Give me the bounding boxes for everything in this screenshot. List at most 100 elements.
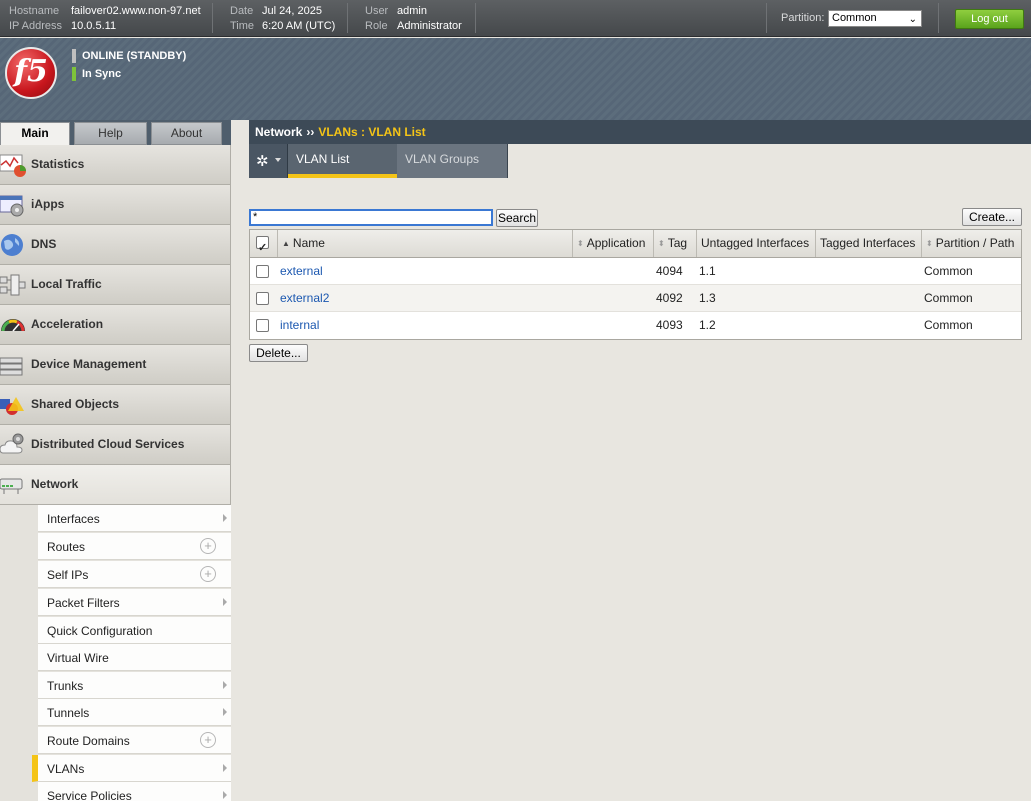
- sidebar-item-acceleration[interactable]: Acceleration: [0, 305, 231, 345]
- tag-cell: 4094: [656, 264, 683, 278]
- vlan-table: ▲Name ⬍Application ⬍Tag Untagged Interfa…: [249, 229, 1022, 340]
- sidebar-item-statistics[interactable]: Statistics: [0, 145, 231, 185]
- submenu-item-routes[interactable]: Routes +: [38, 533, 231, 560]
- user-label: User: [365, 5, 389, 17]
- add-icon[interactable]: +: [200, 566, 216, 582]
- chevron-right-icon: [223, 791, 227, 799]
- create-button[interactable]: Create...: [962, 208, 1022, 226]
- search-input[interactable]: *: [249, 209, 493, 226]
- column-header-partition-path[interactable]: ⬍ Partition / Path: [921, 230, 1021, 257]
- status-indicator: [72, 49, 76, 63]
- settings-menu[interactable]: ✲: [249, 144, 288, 178]
- divider: [347, 3, 348, 33]
- sidebar-item-label: Device Management: [31, 357, 147, 371]
- submenu-item-vlans[interactable]: VLANs: [32, 755, 231, 782]
- sidebar: Statistics iApps DNS Local Traffic Accel…: [0, 145, 231, 801]
- tab-main[interactable]: Main: [0, 122, 70, 145]
- submenu-item-tunnels[interactable]: Tunnels: [38, 699, 231, 726]
- sync-indicator: [72, 67, 76, 81]
- sidebar-item-device-management[interactable]: Device Management: [0, 345, 231, 385]
- divider: [212, 3, 213, 33]
- sort-icon: ⬍: [926, 239, 933, 248]
- row-checkbox[interactable]: [256, 319, 269, 332]
- sort-ascending-icon: ▲: [282, 239, 290, 248]
- add-icon[interactable]: +: [200, 732, 216, 748]
- submenu-item-packet-filters[interactable]: Packet Filters: [38, 589, 231, 616]
- submenu-item-route-domains[interactable]: Route Domains +: [38, 727, 231, 754]
- column-header-label: Partition / Path: [935, 236, 1015, 250]
- vlan-name-link[interactable]: external2: [280, 285, 329, 312]
- select-all-checkbox[interactable]: [256, 235, 269, 262]
- submenu-item-interfaces[interactable]: Interfaces: [38, 505, 231, 532]
- tab-help[interactable]: Help: [74, 122, 147, 145]
- breadcrumb-separator: ››: [306, 125, 315, 139]
- submenu-item-label: Routes: [47, 540, 86, 554]
- date-label: Date: [230, 5, 254, 17]
- ip-value: 10.0.5.11: [71, 20, 117, 32]
- chevron-down-icon: ⌄: [908, 14, 917, 25]
- divider: [938, 3, 939, 33]
- main-tabs: Main Help About: [0, 120, 231, 145]
- column-header-application[interactable]: ⬍ Application: [572, 230, 653, 257]
- sidebar-item-label: Distributed Cloud Services: [31, 437, 185, 451]
- column-header-name[interactable]: ▲ Name: [277, 230, 572, 257]
- sidebar-item-label: Shared Objects: [31, 397, 120, 411]
- search-button[interactable]: Search: [496, 209, 538, 227]
- submenu-item-virtual-wire[interactable]: Virtual Wire: [38, 644, 231, 671]
- tab-about[interactable]: About: [151, 122, 222, 145]
- header-banner: f5 ONLINE (STANDBY) In Sync: [0, 38, 1031, 120]
- dns-globe-icon: [1, 234, 23, 256]
- chevron-down-icon: [275, 158, 281, 162]
- column-header-tag[interactable]: ⬍ Tag: [653, 230, 696, 257]
- datetime-info: Date Jul 24, 2025 Time 6:20 AM (UTC): [230, 4, 335, 34]
- submenu-item-service-policies[interactable]: Service Policies: [38, 782, 231, 801]
- tab-vlan-list[interactable]: VLAN List: [288, 144, 397, 178]
- chevron-right-icon: [223, 708, 227, 716]
- partition-cell: Common: [924, 291, 973, 305]
- partition-select[interactable]: Common ⌄: [828, 10, 922, 27]
- column-header-label: Tagged Interfaces: [820, 236, 916, 250]
- role-label: Role: [365, 20, 388, 32]
- breadcrumb-section[interactable]: Network: [255, 125, 302, 139]
- sidebar-item-dns[interactable]: DNS: [0, 225, 231, 265]
- hostname-value: failover02.www.non-97.net: [71, 5, 201, 17]
- sidebar-item-label: Local Traffic: [31, 277, 102, 291]
- untagged-interfaces-cell: 1.3: [699, 291, 716, 305]
- table-row: external 4094 1.1 Common: [250, 258, 1021, 285]
- tab-vlan-groups[interactable]: VLAN Groups: [397, 144, 508, 178]
- add-icon[interactable]: +: [200, 538, 216, 554]
- network-icon: [0, 478, 23, 494]
- divider: [766, 3, 767, 33]
- sidebar-item-iapps[interactable]: iApps: [0, 185, 231, 225]
- sidebar-item-shared-objects[interactable]: Shared Objects: [0, 385, 231, 425]
- sidebar-item-label: iApps: [31, 197, 65, 211]
- tag-cell: 4093: [656, 318, 683, 332]
- user-info: User admin Role Administrator: [365, 4, 462, 34]
- sidebar-item-local-traffic[interactable]: Local Traffic: [0, 265, 231, 305]
- partition-select-value: Common: [832, 12, 877, 24]
- cloud-services-icon: [0, 433, 24, 454]
- vlan-name-link[interactable]: internal: [280, 312, 319, 339]
- vlan-name-link[interactable]: external: [280, 258, 323, 285]
- sort-icon: ⬍: [577, 239, 584, 248]
- local-traffic-icon: [0, 274, 26, 296]
- sidebar-item-distributed-cloud-services[interactable]: Distributed Cloud Services: [0, 425, 231, 465]
- submenu-item-trunks[interactable]: Trunks: [38, 672, 231, 699]
- submenu-item-self-ips[interactable]: Self IPs +: [38, 561, 231, 588]
- submenu-item-quick-configuration[interactable]: Quick Configuration: [38, 617, 231, 644]
- sidebar-item-network[interactable]: Network: [0, 465, 231, 505]
- logout-button[interactable]: Log out: [955, 9, 1024, 29]
- iapps-icon: [0, 195, 24, 217]
- ip-label: IP Address: [9, 20, 62, 32]
- row-checkbox[interactable]: [256, 292, 269, 305]
- sync-status[interactable]: In Sync: [72, 67, 121, 81]
- partition-cell: Common: [924, 318, 973, 332]
- table-row: internal 4093 1.2 Common: [250, 312, 1021, 339]
- column-header-label: Tag: [667, 236, 688, 250]
- date-value: Jul 24, 2025: [262, 5, 322, 17]
- delete-button[interactable]: Delete...: [249, 344, 308, 362]
- row-checkbox[interactable]: [256, 265, 269, 278]
- device-status-text: ONLINE (STANDBY): [82, 50, 187, 62]
- chevron-right-icon: [223, 764, 227, 772]
- device-info: Hostname failover02.www.non-97.net IP Add…: [9, 4, 201, 34]
